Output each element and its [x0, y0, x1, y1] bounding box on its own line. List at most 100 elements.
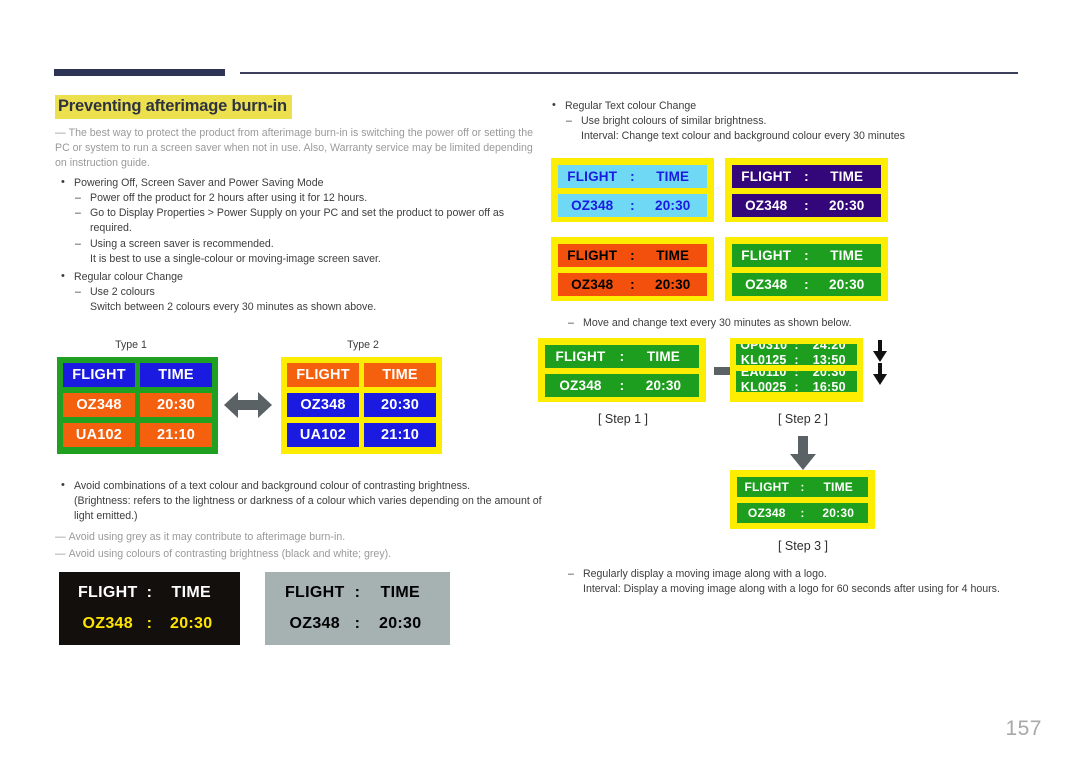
sub-paragraph: Interval: Display a moving image along w…	[583, 583, 1000, 596]
flight-code: OZ348	[571, 198, 614, 213]
list-item: Regularly display a moving image along w…	[568, 567, 1016, 597]
step1-panel: FLIGHT : TIME OZ348 : 20:30	[538, 338, 706, 402]
flight-label: FLIGHT	[744, 480, 790, 494]
step3-panel: FLIGHT : TIME OZ348 : 20:30	[730, 470, 875, 529]
colour-panel-cyan: FLIGHT : TIME OZ348 : 20:30	[551, 158, 714, 222]
colon-separator: :	[794, 353, 799, 365]
example-panel-grey: FLIGHT : TIME OZ348 : 20:30	[265, 572, 450, 645]
note-line: — Avoid using colours of contrasting brig…	[55, 547, 545, 562]
flight-code: EA0110	[740, 371, 787, 379]
panel-row-value: OZ348 : 20:30	[73, 613, 226, 636]
table-header-cell: FLIGHT	[63, 363, 135, 387]
list-item: Use 2 colours	[75, 285, 537, 300]
flight-time: 13:50	[812, 353, 846, 365]
flight-label: FLIGHT	[284, 584, 345, 602]
list-item: Power off the product for 2 hours after …	[75, 191, 537, 206]
flight-label: FLIGHT	[567, 169, 618, 184]
panel-row-value: OZ348 : 20:30	[558, 273, 707, 296]
sub-paragraph: Interval: Change text colour and backgro…	[581, 130, 905, 143]
list-item: Powering Off, Screen Saver and Power Sav…	[57, 175, 537, 191]
list-item: Move and change text every 30 minutes as…	[568, 316, 998, 331]
flight-time: 20:30	[654, 277, 691, 292]
list-item: Go to Display Properties > Power Supply …	[75, 206, 537, 236]
arrow-down-icon	[872, 363, 888, 385]
colon-separator: :	[630, 248, 635, 263]
flight-time: 24:20	[812, 344, 846, 352]
colon-separator: :	[800, 506, 805, 520]
flight-label: FLIGHT	[77, 584, 138, 602]
note-text: Avoid using colours of contrasting brigh…	[68, 548, 392, 561]
move-note-block: Move and change text every 30 minutes as…	[568, 316, 998, 331]
note-text: Avoid using grey as it may contribute to…	[68, 531, 346, 543]
colon-separator: :	[804, 169, 809, 184]
bullet-label: Powering Off, Screen Saver and Power Sav…	[74, 177, 324, 189]
panel-row-header: FLIGHT : TIME	[279, 582, 436, 605]
table-header-cell: TIME	[364, 363, 436, 387]
table-cell: 21:10	[140, 423, 212, 447]
flight-time: 20:30	[654, 198, 691, 213]
flight-label: FLIGHT	[567, 248, 618, 263]
bullet-sub-text: (Brightness: refers to the lightness or …	[74, 495, 542, 523]
scrolling-inner-bottom: EA0110 : 20:30 KL0025 : 16:50	[736, 371, 857, 392]
avoid-notes-block: — Avoid using grey as it may contribute t…	[55, 528, 545, 562]
flight-code: OZ348	[559, 378, 602, 393]
page-title: Preventing afterimage burn-in	[55, 95, 292, 119]
list-item: Regular colour Change	[57, 269, 537, 285]
flight-label: FLIGHT	[741, 248, 792, 263]
intro-note-text: The best way to protect the product from…	[55, 127, 533, 170]
left-instruction-list: Powering Off, Screen Saver and Power Sav…	[57, 175, 537, 315]
list-item: Using a screen saver is recommended.	[75, 237, 537, 252]
time-label: TIME	[656, 248, 690, 263]
sub-label: Using a screen saver is recommended.	[90, 237, 274, 250]
time-label: TIME	[656, 169, 690, 184]
right-instruction-list: Regular Text colour Change Use bright co…	[548, 98, 1018, 144]
flight-code: OZ348	[745, 277, 788, 292]
panel-row-value: OZ348 : 20:30	[545, 374, 699, 397]
flight-table-type2: FLIGHT TIME OZ348 20:30 UA102 21:10	[281, 357, 442, 454]
table-cell: OZ348	[63, 393, 135, 417]
step3-label: [ Step 3 ]	[777, 539, 829, 553]
type1-label: Type 1	[115, 339, 147, 351]
scroll-line: EA0110 : 20:30	[736, 371, 857, 380]
colon-separator: :	[794, 371, 799, 379]
table-header-cell: FLIGHT	[287, 363, 359, 387]
sub-paragraph: Switch between 2 colours every 30 minute…	[90, 301, 377, 314]
scrolling-cell-bottom: EA0110 : 20:30 KL0025 : 16:50	[736, 371, 857, 392]
header-rule-line	[240, 72, 1018, 74]
table-cell: UA102	[287, 423, 359, 447]
scroll-line: KL0125 : 13:50	[736, 353, 857, 365]
step1-label: [ Step 1 ]	[597, 412, 649, 426]
time-label: TIME	[380, 584, 420, 602]
panel-row-value: OZ348 : 20:30	[732, 273, 881, 296]
time-label: TIME	[823, 480, 853, 494]
colon-separator: :	[794, 344, 799, 352]
flight-code: OZ348	[571, 277, 614, 292]
colon-separator: :	[354, 614, 361, 632]
table-cell: OZ348	[287, 393, 359, 417]
panel-row-header: FLIGHT : TIME	[558, 244, 707, 267]
flight-code: KL0025	[740, 380, 787, 392]
flight-time: 20:30	[170, 614, 213, 632]
panel-row-value: OZ348 : 20:30	[558, 194, 707, 217]
colon-separator: :	[354, 584, 361, 602]
time-label: TIME	[171, 584, 211, 602]
colon-separator: :	[146, 584, 153, 602]
sub-label: Power off the product for 2 hours after …	[90, 192, 368, 205]
note-dash: —	[55, 127, 66, 139]
colon-separator: :	[630, 198, 635, 213]
colour-panel-purple: FLIGHT : TIME OZ348 : 20:30	[725, 158, 888, 222]
arrow-down-icon	[872, 340, 888, 362]
list-item: Avoid combinations of a text colour and …	[57, 478, 547, 524]
panel-row-header: FLIGHT : TIME	[732, 244, 881, 267]
colon-separator: :	[146, 614, 153, 632]
list-item: Use bright colours of similar brightness…	[566, 114, 1018, 129]
scrolling-inner-top: OP0310 : 24:20 KL0125 : 13:50	[736, 344, 857, 365]
list-item: Regular Text colour Change	[548, 98, 1018, 114]
flight-label: FLIGHT	[741, 169, 792, 184]
panel-row-value: OZ348 : 20:30	[279, 613, 436, 636]
flight-time: 20:30	[645, 378, 682, 393]
note-dash: —	[55, 531, 66, 543]
time-label: TIME	[646, 349, 681, 364]
colon-separator: :	[794, 380, 799, 392]
sub-label: Regularly display a moving image along w…	[583, 568, 827, 580]
